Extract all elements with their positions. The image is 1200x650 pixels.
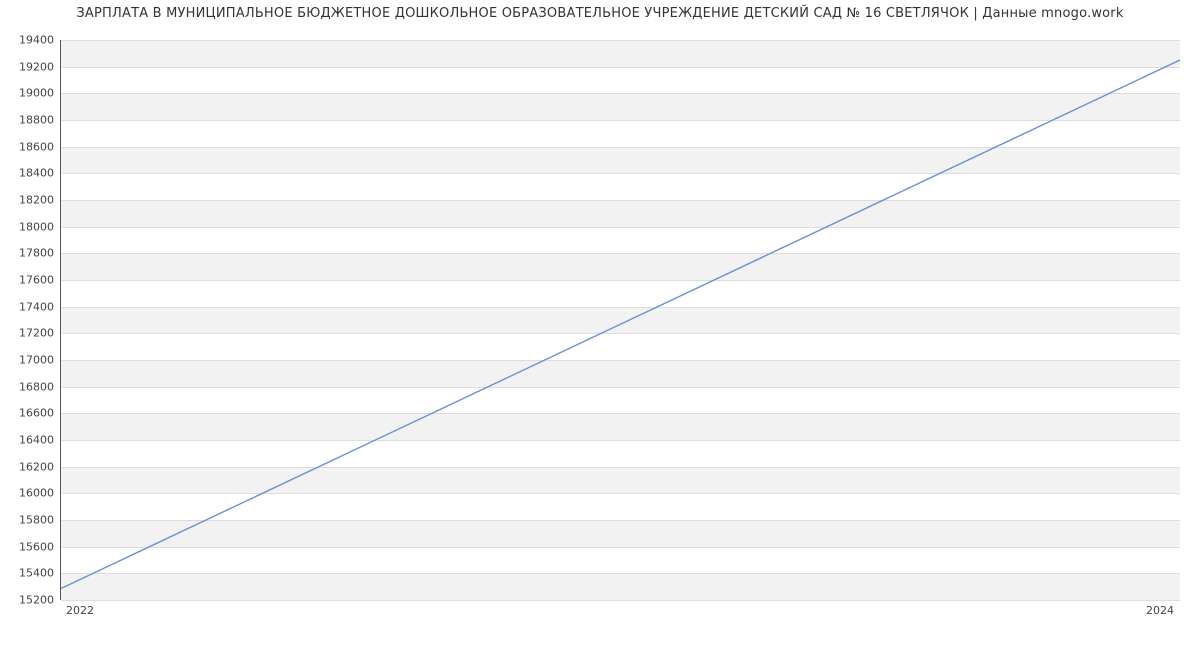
chart-title: ЗАРПЛАТА В МУНИЦИПАЛЬНОЕ БЮДЖЕТНОЕ ДОШКО… — [0, 6, 1200, 21]
y-tick-label: 17400 — [4, 300, 54, 313]
y-tick-label: 19200 — [4, 60, 54, 73]
y-tick-label: 15800 — [4, 514, 54, 527]
x-tick-label: 2024 — [1146, 604, 1174, 617]
line-layer — [61, 40, 1180, 599]
y-tick-label: 15600 — [4, 540, 54, 553]
y-tick-label: 18400 — [4, 167, 54, 180]
y-tick-label: 17600 — [4, 274, 54, 287]
y-tick-label: 16400 — [4, 434, 54, 447]
y-tick-label: 18800 — [4, 114, 54, 127]
y-tick-label: 16000 — [4, 487, 54, 500]
x-tick-label: 2022 — [66, 604, 94, 617]
y-tick-label: 15200 — [4, 594, 54, 607]
y-tick-label: 16800 — [4, 380, 54, 393]
y-tick-label: 17000 — [4, 354, 54, 367]
y-gridline — [61, 600, 1180, 601]
salary-line-chart: ЗАРПЛАТА В МУНИЦИПАЛЬНОЕ БЮДЖЕТНОЕ ДОШКО… — [0, 0, 1200, 650]
y-tick-label: 19400 — [4, 34, 54, 47]
y-tick-label: 17200 — [4, 327, 54, 340]
y-tick-label: 18600 — [4, 140, 54, 153]
series-line — [61, 60, 1180, 589]
plot-area — [60, 40, 1180, 600]
y-tick-label: 16600 — [4, 407, 54, 420]
y-tick-label: 17800 — [4, 247, 54, 260]
y-tick-label: 19000 — [4, 87, 54, 100]
y-tick-label: 16200 — [4, 460, 54, 473]
y-tick-label: 18200 — [4, 194, 54, 207]
y-tick-label: 18000 — [4, 220, 54, 233]
y-tick-label: 15400 — [4, 567, 54, 580]
